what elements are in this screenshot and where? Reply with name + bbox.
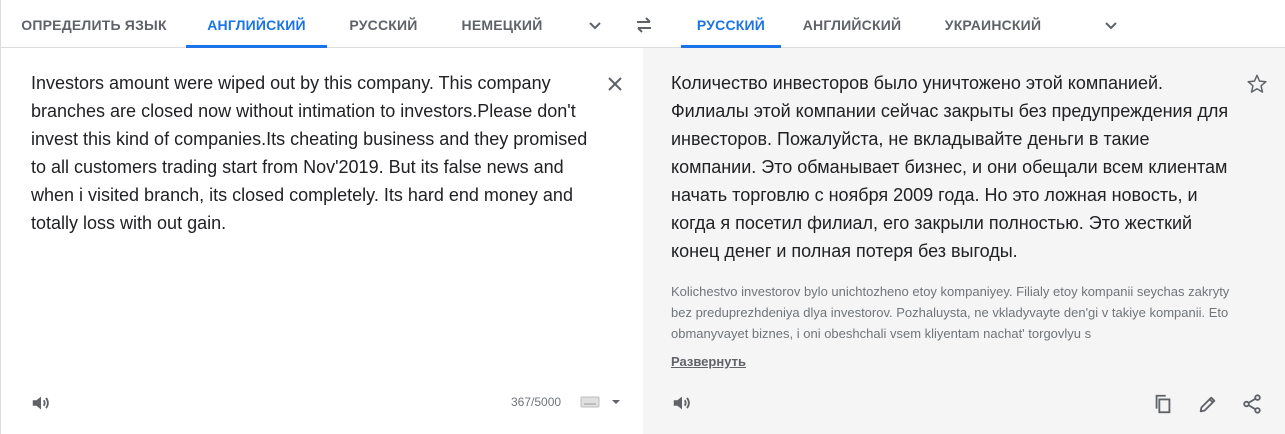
copy-translation-button[interactable] [1147,388,1179,420]
tab-detect-language[interactable]: ОПРЕДЕЛИТЬ ЯЗЫК [9,0,179,48]
share-icon [1243,394,1261,414]
chevron-down-icon [589,22,601,30]
input-tools-dropdown[interactable] [608,394,624,410]
save-translation-button[interactable] [1241,68,1273,100]
tab-source-russian[interactable]: РУССКИЙ [331,0,436,48]
translator-window: ОПРЕДЕЛИТЬ ЯЗЫК АНГЛИЙСКИЙ РУССКИЙ НЕМЕЦ… [0,0,1285,434]
copy-icon [1155,394,1171,414]
language-tabbar: ОПРЕДЕЛИТЬ ЯЗЫК АНГЛИЙСКИЙ РУССКИЙ НЕМЕЦ… [1,0,1285,48]
character-counter: 367/5000 [511,395,562,409]
translation-pane: Количество инвесторов было уничтожено эт… [643,48,1285,434]
tab-source-german[interactable]: НЕМЕЦКИЙ [446,0,558,48]
listen-source-button[interactable] [25,389,57,417]
translation-text: Количество инвесторов было уничтожено эт… [671,73,1229,261]
tab-target-russian[interactable]: РУССКИЙ [681,0,781,48]
swap-languages-button[interactable] [629,10,659,40]
pencil-icon [1199,396,1216,413]
tab-target-ukrainian[interactable]: УКРАИНСКИЙ [931,0,1055,48]
transliteration-text: Kolichestvo investorov bylo unichtozheno… [671,284,1230,341]
chevron-down-icon [1105,22,1117,30]
source-more-languages-button[interactable] [580,10,610,40]
speaker-icon [673,396,690,410]
caret-down-icon [612,400,620,404]
tab-target-english[interactable]: АНГЛИЙСКИЙ [789,0,915,48]
source-text-input[interactable]: Investors amount were wiped out by this … [31,69,591,237]
listen-translation-button[interactable] [666,389,698,417]
keyboard-icon [580,396,600,408]
target-more-languages-button[interactable] [1096,10,1126,40]
tab-source-english[interactable]: АНГЛИЙСКИЙ [186,0,327,48]
share-translation-button[interactable] [1236,388,1268,420]
speaker-icon [32,396,49,410]
expand-transliteration-link[interactable]: Развернуть [671,354,746,369]
input-tools-button[interactable] [579,394,601,410]
source-pane: Investors amount were wiped out by this … [1,48,643,434]
clear-source-button[interactable] [599,68,631,100]
swap-icon [637,17,651,33]
close-icon [608,77,622,91]
star-icon [1247,74,1267,93]
suggest-edit-button[interactable] [1192,388,1224,420]
